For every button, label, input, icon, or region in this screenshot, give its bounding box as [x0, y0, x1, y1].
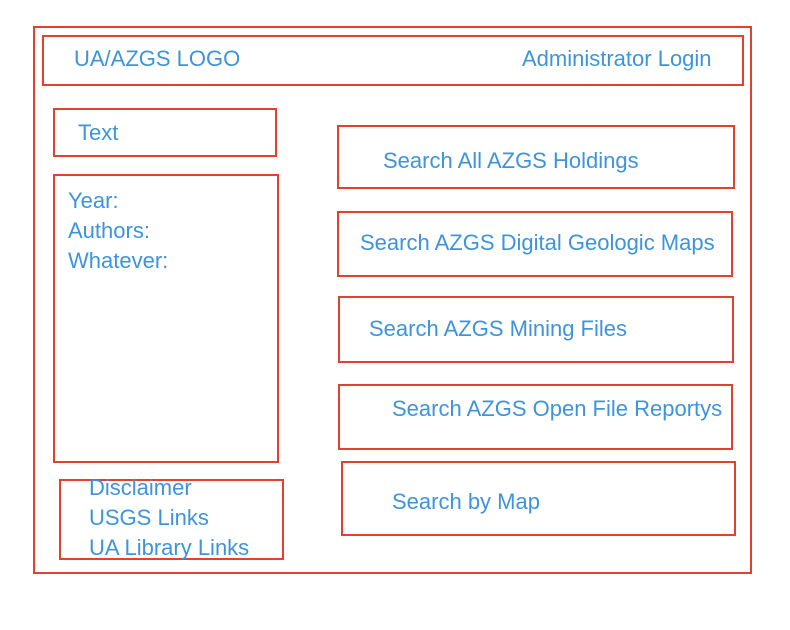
- search-open-file-reports-label: Search AZGS Open File Reportys: [392, 396, 723, 421]
- search-geologic-maps-label: Search AZGS Digital Geologic Maps: [360, 230, 715, 255]
- search-mining-files-label: Search AZGS Mining Files: [369, 316, 627, 341]
- ua-library-links-link[interactable]: UA Library Links: [89, 533, 249, 563]
- usgs-links-link[interactable]: USGS Links: [89, 503, 209, 533]
- logo-placeholder: UA/AZGS LOGO: [74, 46, 241, 71]
- search-all-holdings-label: Search All AZGS Holdings: [383, 148, 639, 173]
- year-label: Year:: [68, 188, 119, 213]
- admin-login-link[interactable]: Administrator Login: [522, 44, 712, 74]
- whatever-label: Whatever:: [68, 248, 169, 273]
- disclaimer-link[interactable]: Disclaimer: [89, 473, 192, 503]
- authors-label: Authors:: [68, 218, 150, 243]
- search-by-map-label: Search by Map: [392, 489, 540, 514]
- text-label: Text: [78, 120, 119, 145]
